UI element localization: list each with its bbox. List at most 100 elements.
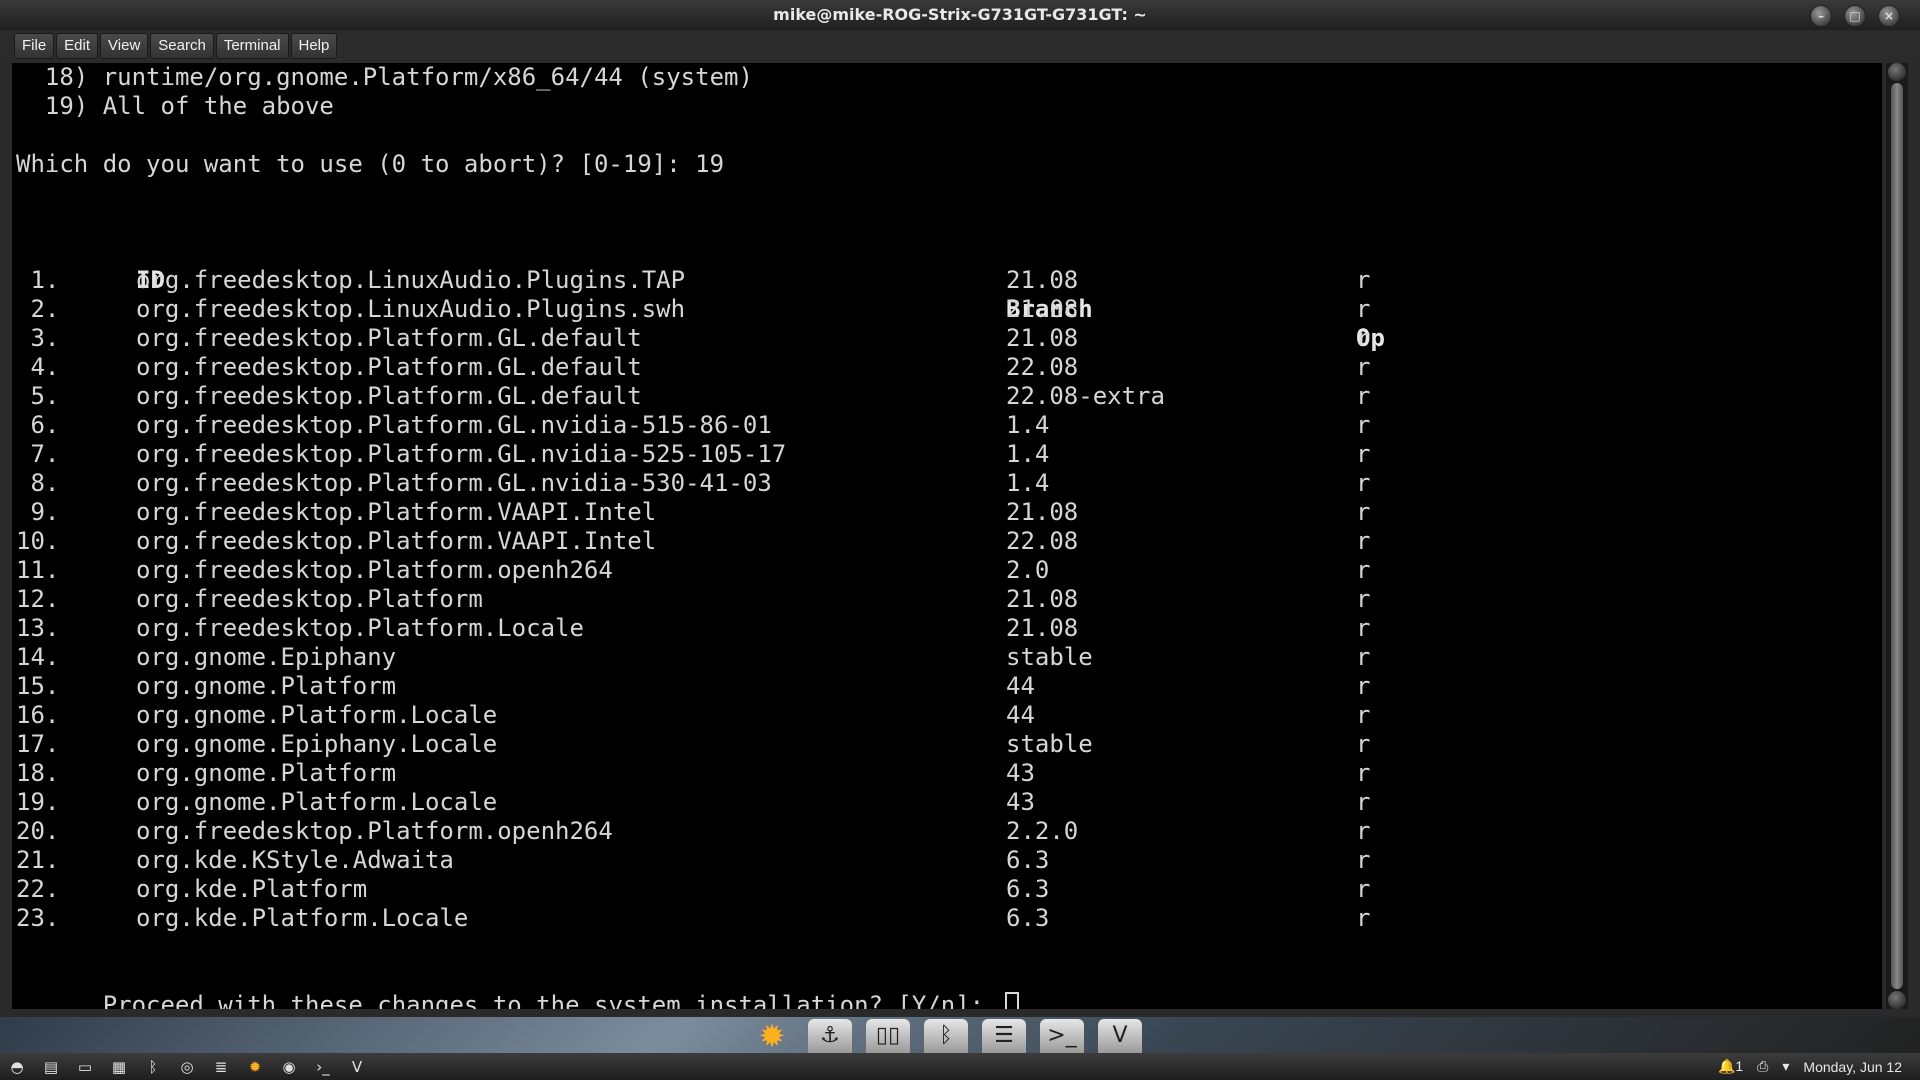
maximize-icon[interactable]: □ [1844,5,1866,27]
output-line: Which do you want to use (0 to abort)? [… [16,150,725,178]
row-branch: 2.0 [1006,556,1050,584]
row-id: org.gnome.Platform.Locale [136,788,498,816]
menu-terminal[interactable]: Terminal [215,33,289,59]
row-branch: 21.08 [1006,266,1079,294]
row-id: org.kde.Platform [136,875,368,903]
wifi-icon[interactable]: ▾ [1782,1058,1789,1075]
vivaldi-icon[interactable]: V [1098,1019,1142,1053]
row-branch: 1.4 [1006,440,1050,468]
row-id: org.gnome.Platform [136,759,397,787]
anchor-icon[interactable]: ⚓ [808,1019,852,1053]
printer-icon[interactable]: ⎙ [1757,1058,1768,1075]
terminal-window: mike@mike-ROG-Strix-G731GT-G731GT: ~ – □… [0,0,1920,1017]
row-number: 3. [16,324,60,352]
row-branch: 6.3 [1006,846,1050,874]
row-branch: 1.4 [1006,411,1050,439]
scrollbar[interactable] [1886,63,1908,1009]
table-header: ID Branch Op [16,237,1385,352]
exif-icon[interactable]: ▦ [108,1057,130,1077]
title-bar[interactable]: mike@mike-ROG-Strix-G731GT-G731GT: ~ – □… [0,0,1920,30]
row-op: r [1356,556,1371,584]
taskbar: ◓ ▤ ▭ ▦ ᛒ ◎ ≣ ✹ ◉ ›_ V 🔔1 ⎙ ▾ Monday, Ju… [0,1053,1920,1080]
notification-count: 1 [1735,1058,1744,1074]
notes-icon[interactable]: ≣ [210,1057,232,1077]
menu-view[interactable]: View [100,33,149,59]
close-icon[interactable]: × [1878,5,1900,27]
terminal-output[interactable]: 18) runtime/org.gnome.Platform/x86_64/44… [12,63,1882,1009]
row-id: org.gnome.Platform.Locale [136,701,498,729]
row-branch: 44 [1006,701,1035,729]
row-op: r [1356,643,1371,671]
output-line: 18) runtime/org.gnome.Platform/x86_64/44… [16,63,753,91]
scroll-down-icon[interactable] [1888,991,1906,1009]
menu-help[interactable]: Help [290,33,338,59]
row-number: 1. [16,266,60,294]
row-number: 4. [16,353,60,381]
row-branch: 43 [1006,788,1035,816]
minimize-icon[interactable]: – [1810,5,1832,27]
clock[interactable]: Monday, Jun 12 [1803,1059,1902,1075]
row-branch: 22.08 [1006,527,1079,555]
prompt-text: Proceed with these changes to the system… [102,991,999,1009]
files-icon[interactable]: ▤ [40,1057,62,1077]
menu-edit[interactable]: Edit [56,33,99,59]
row-number: 20. [16,817,60,845]
row-number: 21. [16,846,60,874]
terminal-icon[interactable]: >_ [1040,1019,1084,1053]
row-branch: 6.3 [1006,875,1050,903]
row-number: 18. [16,759,60,787]
row-id: org.gnome.Epiphany.Locale [136,730,498,758]
row-id: org.freedesktop.Platform.openh264 [136,817,613,845]
row-branch: 43 [1006,759,1035,787]
prompt-line[interactable]: Proceed with these changes to the system… [16,962,1019,1009]
scroll-up-icon[interactable] [1888,63,1906,81]
row-branch: 6.3 [1006,904,1050,932]
bluetooth-icon[interactable]: ᛒ [142,1057,164,1077]
row-op: r [1356,469,1371,497]
row-branch: 21.08 [1006,324,1079,352]
row-op: r [1356,846,1371,874]
sun-icon[interactable]: ✹ [244,1057,266,1077]
menu-file[interactable]: File [14,33,55,59]
row-op: r [1356,904,1371,932]
row-op: r [1356,788,1371,816]
row-number: 14. [16,643,60,671]
terminal-icon[interactable]: ›_ [312,1057,334,1077]
window-icon[interactable]: ▭ [74,1057,96,1077]
row-branch: 44 [1006,672,1035,700]
row-branch: 21.08 [1006,295,1079,323]
controller-icon[interactable]: ▯▯ [866,1019,910,1053]
window-title: mike@mike-ROG-Strix-G731GT-G731GT: ~ [773,5,1147,24]
sun-icon[interactable]: ✹ [750,1019,794,1053]
row-op: r [1356,527,1371,555]
menu-search[interactable]: Search [150,33,214,59]
row-op: r [1356,875,1371,903]
row-op: r [1356,759,1371,787]
row-id: org.freedesktop.Platform.GL.nvidia-515-8… [136,411,772,439]
menu-icon[interactable]: ☰ [982,1019,1026,1053]
row-branch: stable [1006,730,1093,758]
row-id: org.freedesktop.Platform [136,585,483,613]
row-id: org.gnome.Epiphany [136,643,397,671]
row-number: 8. [16,469,60,497]
row-id: org.freedesktop.LinuxAudio.Plugins.TAP [136,266,686,294]
row-op: r [1356,353,1371,381]
dock: ✹ ⚓ ▯▯ ᛒ ☰ >_ V [750,1017,1142,1053]
row-op: r [1356,498,1371,526]
output-line: 19) All of the above [16,92,334,120]
row-branch: 2.2.0 [1006,817,1079,845]
camera-icon[interactable]: ◉ [278,1057,300,1077]
row-op: r [1356,701,1371,729]
row-id: org.freedesktop.LinuxAudio.Plugins.swh [136,295,686,323]
vivaldi-icon[interactable]: V [346,1057,368,1077]
row-number: 15. [16,672,60,700]
safari-icon[interactable]: ◎ [176,1057,198,1077]
notification-bell-icon[interactable]: 🔔1 [1718,1058,1743,1075]
row-op: r [1356,266,1371,294]
scroll-thumb[interactable] [1891,83,1903,989]
start-icon[interactable]: ◓ [6,1057,28,1077]
text-cursor [1004,992,1019,1009]
bluetooth-icon[interactable]: ᛒ [924,1019,968,1053]
row-branch: stable [1006,643,1093,671]
row-number: 11. [16,556,60,584]
